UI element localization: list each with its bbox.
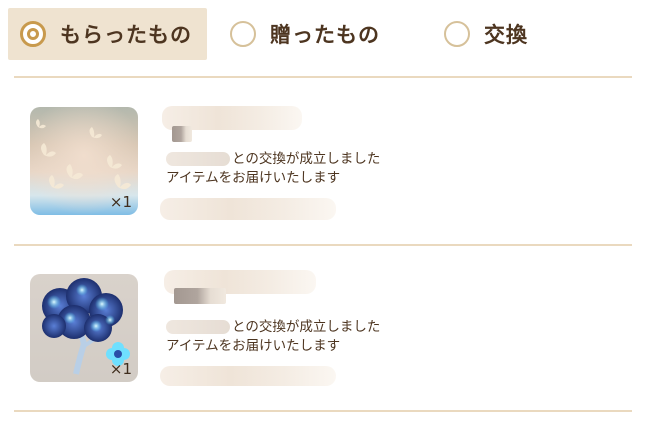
tab-received[interactable]: もらったもの	[8, 8, 207, 60]
list-item[interactable]: ×1 との交換が成立しました アイテムをお届けいたします	[0, 78, 645, 220]
blurred-date	[160, 198, 336, 220]
message-line2: アイテムをお届けいたします	[166, 170, 341, 186]
message-line1: との交換が成立しました	[232, 319, 381, 335]
blurred-date	[160, 366, 336, 386]
trade-message: との交換が成立しました アイテムをお届けいたします	[166, 150, 380, 188]
tab-sent-label: 贈ったもの	[270, 23, 380, 47]
radio-unselected-icon	[444, 21, 470, 47]
blurred-username	[166, 152, 230, 166]
tab-bar: もらったもの 贈ったもの 交換	[0, 0, 645, 66]
tab-trade-label: 交換	[484, 23, 528, 47]
tab-trade[interactable]: 交換	[432, 8, 632, 60]
blurred-username	[166, 320, 230, 334]
divider	[14, 410, 632, 412]
tab-sent[interactable]: 贈ったもの	[218, 8, 418, 60]
butterfly-item-icon: ×1	[30, 107, 138, 215]
list-item[interactable]: ×1 との交換が成立しました アイテムをお届けいたします	[0, 246, 645, 386]
tab-received-label: もらったもの	[60, 23, 192, 47]
item-quantity: ×1	[109, 360, 132, 378]
message-line2: アイテムをお届けいたします	[166, 338, 341, 354]
message-line1: との交換が成立しました	[232, 151, 381, 167]
radio-unselected-icon	[230, 21, 256, 47]
blurred-item-detail	[172, 126, 192, 142]
radio-selected-icon	[20, 21, 46, 47]
blurred-item-detail	[174, 288, 226, 304]
trade-message: との交換が成立しました アイテムをお届けいたします	[166, 318, 380, 356]
blue-flower-tree-item-icon: ×1	[30, 274, 138, 382]
item-quantity: ×1	[109, 193, 132, 211]
